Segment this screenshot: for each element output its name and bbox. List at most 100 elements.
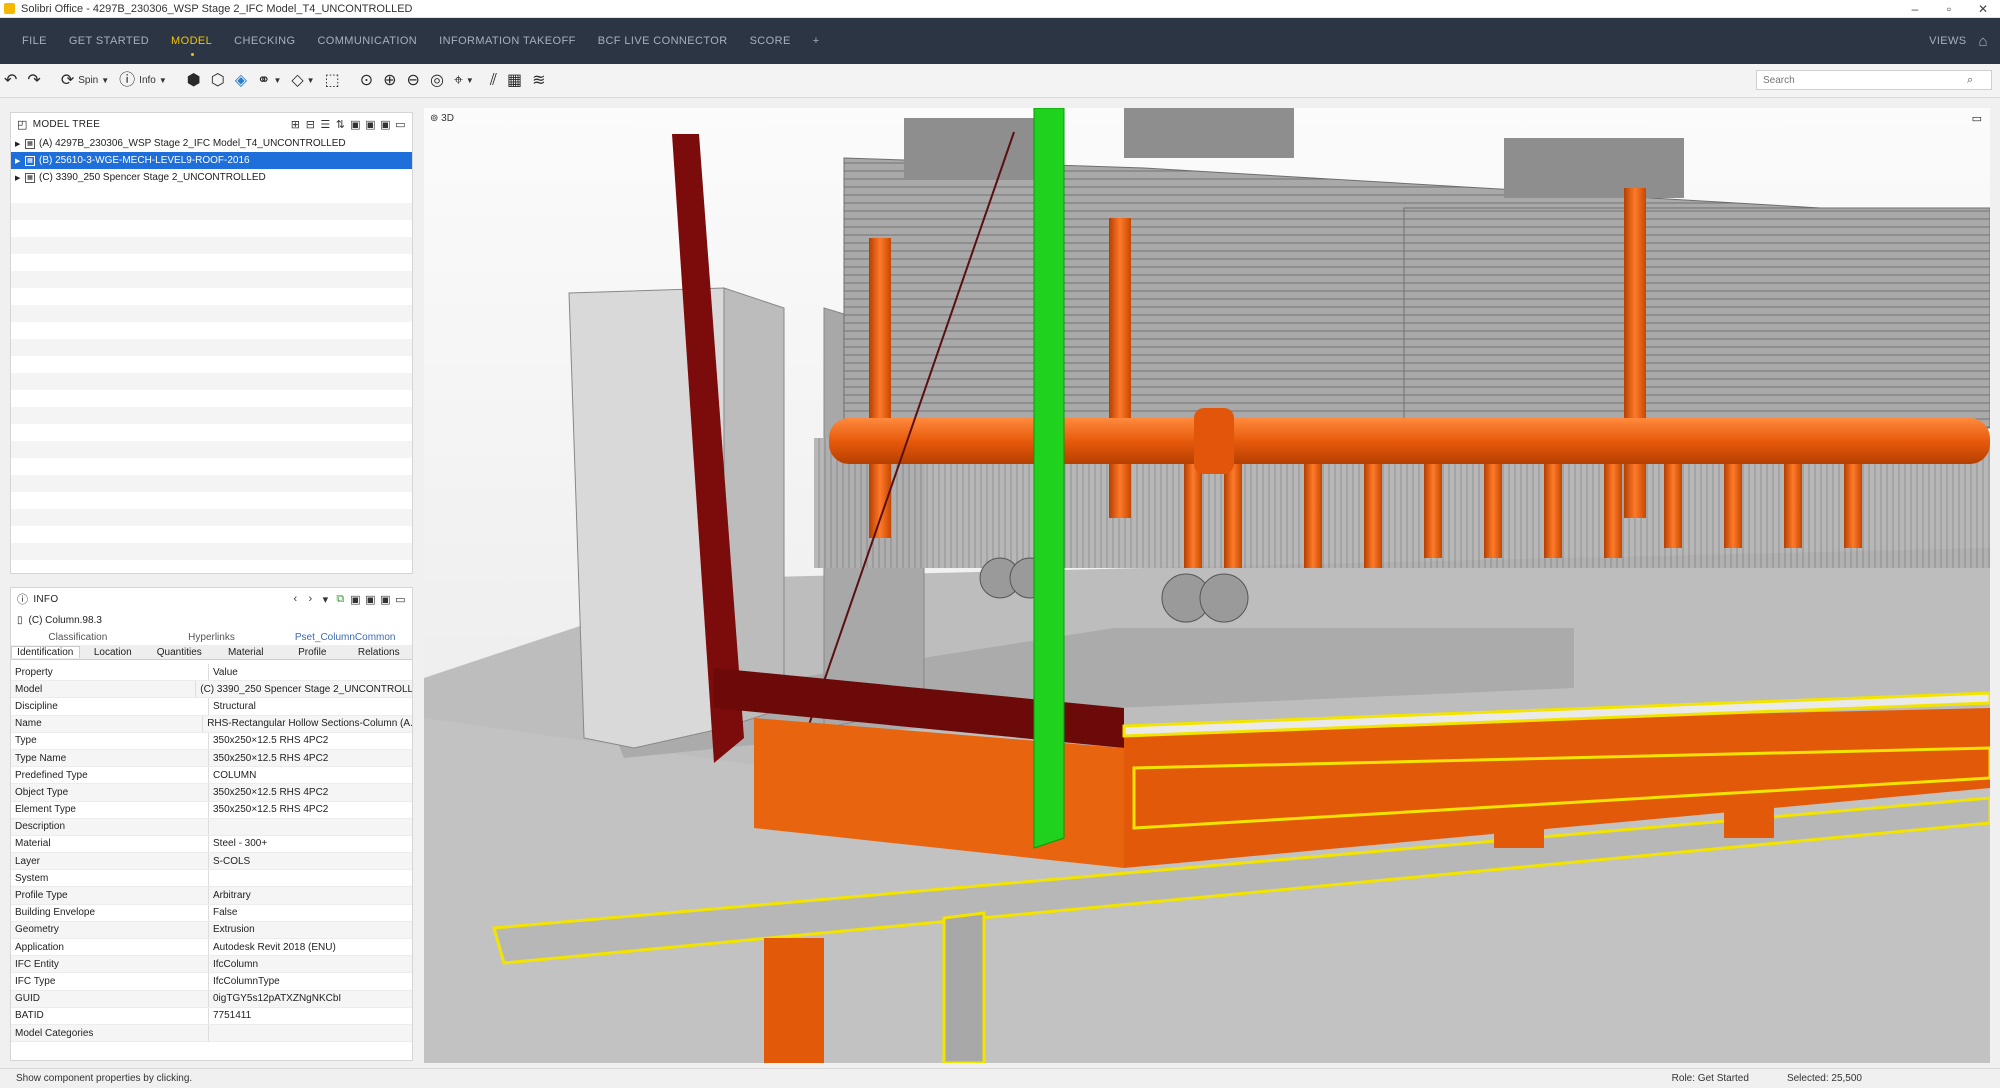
table-row[interactable]: IFC Entity IfcColumn (11, 956, 412, 974)
undo-button[interactable]: ↶ (0, 69, 21, 93)
expand-icon[interactable]: ▶ (15, 157, 25, 165)
close-icon[interactable]: ✕ (1966, 2, 2000, 16)
minimize-icon[interactable]: – (1898, 2, 1932, 16)
table-row[interactable]: Building Envelope False (11, 904, 412, 922)
spin-button[interactable]: ⟳ Spin ▼ (57, 69, 113, 93)
tab-relations[interactable]: Relations (346, 647, 413, 658)
table-row[interactable]: Model (C) 3390_250 Spencer Stage 2_UNCONT… (11, 681, 412, 699)
redo-icon: ↷ (27, 71, 41, 89)
window-controls: – ▫ ✕ (1898, 2, 2000, 16)
tree-model-b-icon[interactable]: ▣ (363, 118, 378, 131)
tab-hyperlinks[interactable]: Hyperlinks (145, 632, 279, 643)
expand-icon[interactable]: ▶ (15, 174, 25, 182)
property-value: Steel - 300+ (213, 838, 268, 850)
slice-button[interactable]: ⫽ (486, 69, 501, 93)
transparency-button[interactable]: ⚭ ▼ (253, 69, 285, 93)
tab-profile[interactable]: Profile (279, 647, 346, 658)
menu-checking[interactable]: CHECKING (234, 35, 295, 47)
model-tree-panel: ◰ MODEL TREE ⊞ ⊟ ☰ ⇅ ▣ ▣ ▣ ▭ ▶ ▦ (A) 4297B… (10, 112, 413, 574)
menu-model[interactable]: MODEL (171, 35, 212, 56)
table-row[interactable]: System (11, 870, 412, 888)
menu-bcf-live-connector[interactable]: BCF LIVE CONNECTOR (598, 35, 728, 47)
table-row[interactable]: Description (11, 818, 412, 836)
select-components-button[interactable]: ⬢ (183, 69, 205, 93)
table-row[interactable]: Type 350x250×12.5 RHS 4PC2 (11, 732, 412, 750)
table-row[interactable]: Discipline Structural (11, 698, 412, 716)
redo-button[interactable]: ↷ (23, 69, 44, 93)
table-row[interactable]: IFC Type IfcColumnType (11, 973, 412, 991)
isolate-button[interactable]: ◈ (231, 69, 251, 93)
tree-view-icon[interactable]: ⊞ (288, 118, 303, 131)
table-row[interactable]: Geometry Extrusion (11, 921, 412, 939)
table-row[interactable]: GUID 0igTGY5s12pATXZNgNKCbI (11, 990, 412, 1008)
info-button[interactable]: ⓘ Info ▼ (115, 69, 171, 93)
table-row[interactable]: Name RHS-Rectangular Hollow Sections-Colu… (11, 715, 412, 733)
add-tab-button[interactable]: + (813, 35, 820, 47)
info-model-b-icon[interactable]: ▣ (363, 593, 378, 606)
status-hint: Show component properties by clicking. (16, 1073, 193, 1084)
search-input[interactable] (1757, 74, 1967, 86)
section-box-button[interactable]: ⬚ (321, 69, 344, 93)
tree-hierarchy-icon[interactable]: ⊟ (303, 118, 318, 131)
table-row[interactable]: Application Autodesk Revit 2018 (ENU) (11, 939, 412, 957)
table-row[interactable]: Element Type 350x250×12.5 RHS 4PC2 (11, 801, 412, 819)
tree-model-c-icon[interactable]: ▣ (378, 118, 393, 131)
zoom-in-button[interactable]: ⊕ (379, 69, 400, 93)
layers-button[interactable]: ≋ (528, 69, 549, 93)
3d-model-scene[interactable] (424, 108, 1990, 1063)
tab-quantities[interactable]: Quantities (146, 647, 213, 658)
zoom-selected-button[interactable]: ⊙ (356, 69, 377, 93)
tree-item[interactable]: ▶ ▦ (B) 25610-3-WGE-MECH-LEVEL9-ROOF-2016 (11, 152, 412, 169)
info-model-a-icon[interactable]: ▣ (348, 593, 363, 606)
views-button[interactable]: VIEWS (1929, 35, 1966, 47)
table-row[interactable]: Material Steel - 300+ (11, 835, 412, 854)
menu-information-takeoff[interactable]: INFORMATION TAKEOFF (439, 35, 576, 47)
tree-item[interactable]: ▶ ▦ (A) 4297B_230306_WSP Stage 2_IFC Model… (11, 135, 412, 152)
table-row[interactable]: Object Type 350x250×12.5 RHS 4PC2 (11, 784, 412, 802)
zoom-fit-button[interactable]: ◎ (426, 69, 448, 93)
floor-plan-button[interactable]: ▦ (503, 69, 526, 93)
table-row[interactable]: Profile Type Arbitrary (11, 887, 412, 905)
tab-classification[interactable]: Classification (11, 632, 145, 643)
measure-button[interactable]: ⌖ ▼ (450, 69, 478, 93)
tree-model-a-icon[interactable]: ▣ (348, 118, 363, 131)
table-row[interactable]: Model Categories (11, 1024, 412, 1043)
tab-location[interactable]: Location (80, 647, 147, 658)
info-tabs: Classification Hyperlinks Pset_ColumnCom… (11, 630, 412, 660)
tab-material[interactable]: Material (213, 647, 280, 658)
property-key: Material (11, 835, 209, 853)
property-value: S-COLS (213, 855, 251, 867)
selected-column-green[interactable] (1033, 108, 1065, 849)
search-icon[interactable]: ⌕ (1967, 74, 1973, 87)
table-row[interactable]: Type Name 350x250×12.5 RHS 4PC2 (11, 749, 412, 768)
table-row[interactable]: Layer S-COLS (11, 853, 412, 871)
menu-communication[interactable]: COMMUNICATION (317, 35, 417, 47)
table-row[interactable]: Predefined Type COLUMN (11, 767, 412, 785)
panel-maximize-icon[interactable]: ▭ (393, 593, 408, 606)
section-plane-button[interactable]: ◇ ▼ (287, 69, 318, 93)
tab-identification[interactable]: Identification (11, 646, 80, 658)
menu-file[interactable]: FILE (22, 35, 47, 47)
tree-list-icon[interactable]: ☰ (318, 118, 333, 131)
forward-icon[interactable]: › (303, 593, 318, 606)
3d-viewport[interactable]: ⊚ 3D ▭ (424, 108, 1990, 1063)
tree-filter-icon[interactable]: ⇅ (333, 118, 348, 131)
panel-maximize-icon[interactable]: ▭ (393, 118, 408, 131)
table-row[interactable]: BATID 7751411 (11, 1007, 412, 1025)
history-dropdown-icon[interactable]: ▾ (318, 593, 333, 606)
menu-get-started[interactable]: GET STARTED (69, 35, 149, 47)
property-key: Geometry (11, 921, 209, 938)
maximize-icon[interactable]: ▫ (1932, 2, 1966, 16)
tree-item[interactable]: ▶ ▦ (C) 3390_250 Spencer Stage 2_UNCONTROL… (11, 169, 412, 186)
back-icon[interactable]: ‹ (288, 593, 303, 606)
info-model-c-icon[interactable]: ▣ (378, 593, 393, 606)
filter-info-icon[interactable]: ⧉ (333, 593, 348, 606)
info-icon: ⓘ (17, 594, 29, 606)
expand-icon[interactable]: ▶ (15, 140, 25, 148)
hide-components-button[interactable]: ⬡ (207, 69, 229, 93)
menu-score[interactable]: SCORE (750, 35, 791, 47)
views-icon[interactable]: ⌂ (1979, 33, 1988, 50)
zoom-out-button[interactable]: ⊖ (403, 69, 424, 93)
tab-pset-columncommon[interactable]: Pset_ColumnCommon (278, 632, 412, 643)
viewport-maximize-icon[interactable]: ▭ (1972, 112, 1982, 125)
